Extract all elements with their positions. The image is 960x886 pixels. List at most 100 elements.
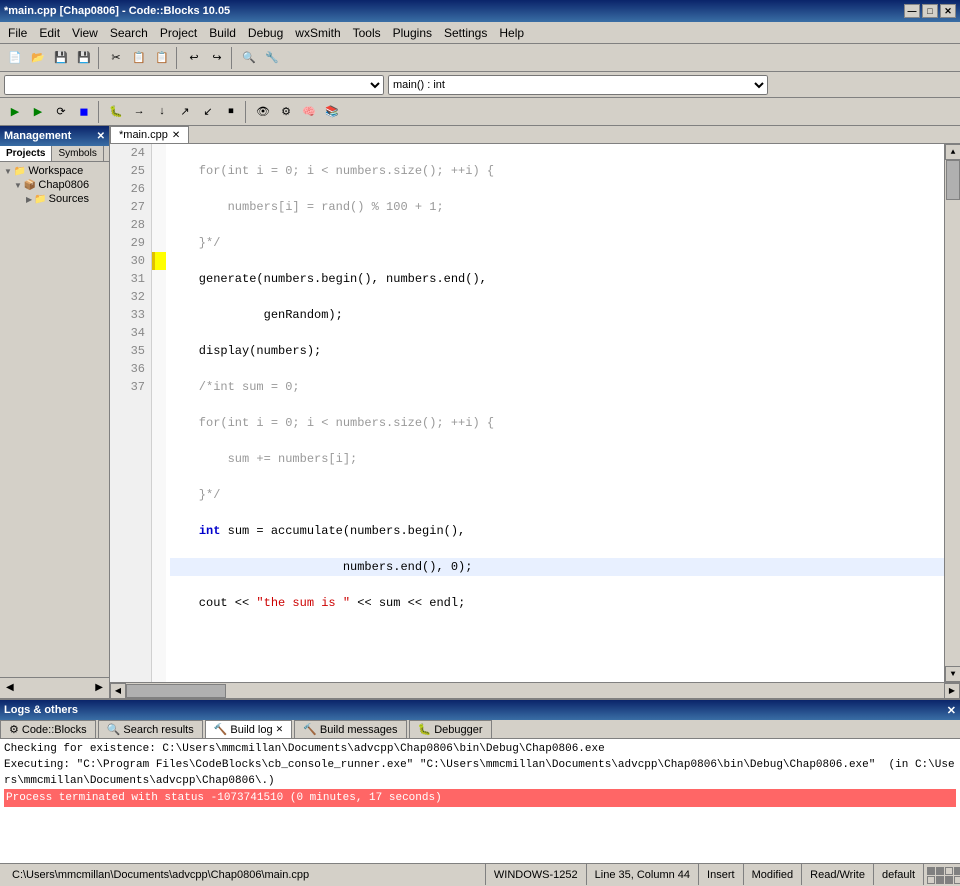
minimize-button[interactable]: — xyxy=(904,4,920,18)
menu-edit[interactable]: Edit xyxy=(33,22,66,43)
code-editor[interactable]: for(int i = 0; i < numbers.size(); ++i) … xyxy=(166,144,944,682)
tb-open[interactable]: 📂 xyxy=(27,47,49,69)
tb-call-stack[interactable]: 📚 xyxy=(321,101,343,123)
code-line-29: display(numbers); xyxy=(170,342,944,360)
tab-search-icon: 🔍 xyxy=(107,723,121,736)
title-buttons: — □ ✕ xyxy=(904,4,956,18)
panel-title: Management xyxy=(4,130,71,142)
menu-file[interactable]: File xyxy=(2,22,33,43)
title-bar: *main.cpp [Chap0806] - Code::Blocks 10.0… xyxy=(0,0,960,22)
tab-search-results[interactable]: 🔍 Search results xyxy=(98,720,203,738)
code-body: 24 25 26 27 28 29 30 31 32 33 34 35 36 3… xyxy=(110,144,960,682)
grid-cell-7 xyxy=(945,876,953,884)
tab-build-messages[interactable]: 🔨 Build messages xyxy=(294,720,406,738)
tab-build-log[interactable]: 🔨 Build log ✕ xyxy=(205,720,292,738)
title-text: *main.cpp [Chap0806] - Code::Blocks 10.0… xyxy=(4,5,230,17)
tab-build-close[interactable]: ✕ xyxy=(276,724,284,735)
menu-tools[interactable]: Tools xyxy=(347,22,387,43)
tb-stop[interactable]: ◼ xyxy=(73,101,95,123)
workspace-arrow: ▼ xyxy=(4,167,12,176)
tab-build-label: Build log xyxy=(230,724,272,736)
tb-step-in[interactable]: ↗ xyxy=(174,101,196,123)
scroll-up-button[interactable]: ▲ xyxy=(945,144,960,160)
code-line-33: }*/ xyxy=(170,486,944,504)
tb-step-out[interactable]: ↙ xyxy=(197,101,219,123)
grid-cell-3 xyxy=(945,867,953,875)
tab-debugger[interactable]: 🐛 Debugger xyxy=(409,720,492,738)
menu-project[interactable]: Project xyxy=(154,22,203,43)
tab-codeblocks[interactable]: ⚙ Code::Blocks xyxy=(0,720,96,738)
grid-cell-5 xyxy=(927,876,935,884)
log-line-2: Executing: "C:\Program Files\CodeBlocks\… xyxy=(4,757,956,789)
scroll-down-button[interactable]: ▼ xyxy=(945,666,960,682)
horizontal-scrollbar[interactable]: ◀ ▶ xyxy=(110,682,960,698)
tb-stop-debug[interactable]: ⏹ xyxy=(220,101,242,123)
tb-copy[interactable]: 📋 xyxy=(128,47,150,69)
tab-symbols[interactable]: Symbols xyxy=(52,146,103,161)
nav-back[interactable]: ◀ xyxy=(2,680,18,696)
tb-redo[interactable]: ↪ xyxy=(206,47,228,69)
tree-item-chap0806[interactable]: ▼ 📦 Chap0806 xyxy=(2,178,107,192)
workspace-label: Workspace xyxy=(28,165,83,177)
tb-saveall[interactable]: 💾 xyxy=(73,47,95,69)
menu-build[interactable]: Build xyxy=(203,22,242,43)
tb-cpu-regs[interactable]: ⚙ xyxy=(275,101,297,123)
tb-memory[interactable]: 🧠 xyxy=(298,101,320,123)
hscroll-thumb[interactable] xyxy=(126,684,226,698)
tb-run-to[interactable]: → xyxy=(128,101,150,123)
menu-plugins[interactable]: Plugins xyxy=(387,22,438,43)
code-line-34: int sum = accumulate(numbers.begin(), xyxy=(170,522,944,540)
tab-bar: *main.cpp ✕ xyxy=(110,126,960,144)
position-text: Line 35, Column 44 xyxy=(595,869,690,881)
menu-wxsmith[interactable]: wxSmith xyxy=(289,22,346,43)
scope-selector[interactable] xyxy=(4,75,384,95)
code-line-30: /*int sum = 0; xyxy=(170,378,944,396)
tb-save[interactable]: 💾 xyxy=(50,47,72,69)
tab-search-label: Search results xyxy=(123,724,193,736)
status-insert: Insert xyxy=(699,864,744,885)
tb-build-run[interactable]: ▶ xyxy=(4,101,26,123)
tab-close-icon[interactable]: ✕ xyxy=(172,130,180,141)
status-bar: C:\Users\mmcmillan\Documents\advcpp\Chap… xyxy=(0,863,960,885)
nav-forward[interactable]: ▶ xyxy=(91,680,107,696)
status-filepath: C:\Users\mmcmillan\Documents\advcpp\Chap… xyxy=(4,864,486,885)
scroll-track[interactable] xyxy=(945,160,960,666)
tb-undo[interactable]: ↩ xyxy=(183,47,205,69)
menu-search[interactable]: Search xyxy=(104,22,154,43)
tb-cut[interactable]: ✂ xyxy=(105,47,127,69)
hscroll-left-button[interactable]: ◀ xyxy=(110,683,126,698)
hscroll-right-button[interactable]: ▶ xyxy=(944,683,960,698)
vertical-scrollbar[interactable]: ▲ ▼ xyxy=(944,144,960,682)
tb-debug[interactable]: 🐛 xyxy=(105,101,127,123)
editor-tab-main-cpp[interactable]: *main.cpp ✕ xyxy=(110,126,189,143)
menu-view[interactable]: View xyxy=(66,22,104,43)
menu-settings[interactable]: Settings xyxy=(438,22,493,43)
tb-next-line[interactable]: ↓ xyxy=(151,101,173,123)
code-content[interactable]: 24 25 26 27 28 29 30 31 32 33 34 35 36 3… xyxy=(110,144,944,682)
filepath-text: C:\Users\mmcmillan\Documents\advcpp\Chap… xyxy=(12,869,309,881)
toolbar-2: ▶ ▶ ⟳ ◼ 🐛 → ↓ ↗ ↙ ⏹ 👁 ⚙ 🧠 📚 xyxy=(0,98,960,126)
tb-watches[interactable]: 👁 xyxy=(252,101,274,123)
tb-rebuild[interactable]: ⟳ xyxy=(50,101,72,123)
tb-replace[interactable]: 🔧 xyxy=(261,47,283,69)
tb-new[interactable]: 📄 xyxy=(4,47,26,69)
tb-find[interactable]: 🔍 xyxy=(238,47,260,69)
function-selector[interactable]: main() : int xyxy=(388,75,768,95)
tree-item-sources[interactable]: ▶ 📁 Sources xyxy=(2,192,107,206)
status-readwrite: Read/Write xyxy=(802,864,874,885)
logs-close-button[interactable]: ✕ xyxy=(947,704,956,717)
tree-item-workspace[interactable]: ▼ 📁 Workspace xyxy=(2,164,107,178)
close-button[interactable]: ✕ xyxy=(940,4,956,18)
hscroll-track[interactable] xyxy=(126,683,944,698)
chap0806-label: Chap0806 xyxy=(38,179,89,191)
tab-projects[interactable]: Projects xyxy=(0,146,52,161)
main-area: Management ✕ Projects Symbols ▼ 📁 Worksp… xyxy=(0,126,960,698)
maximize-button[interactable]: □ xyxy=(922,4,938,18)
panel-close-button[interactable]: ✕ xyxy=(97,131,105,142)
menu-help[interactable]: Help xyxy=(493,22,530,43)
tb-run[interactable]: ▶ xyxy=(27,101,49,123)
menu-debug[interactable]: Debug xyxy=(242,22,289,43)
tb-paste[interactable]: 📋 xyxy=(151,47,173,69)
scroll-thumb[interactable] xyxy=(946,160,960,200)
function-bar: main() : int xyxy=(0,72,960,98)
